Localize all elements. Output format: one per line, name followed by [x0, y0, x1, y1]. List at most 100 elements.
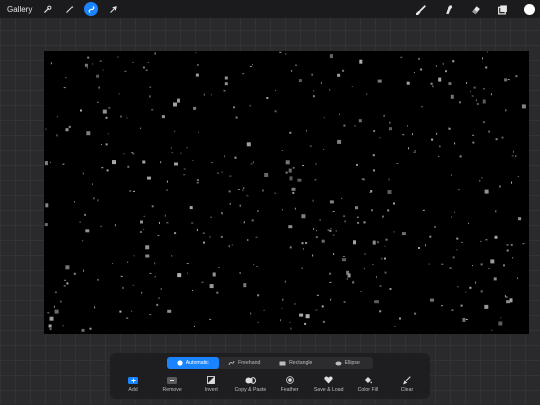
canvas-speck [420, 68, 423, 71]
canvas-speck [274, 110, 277, 113]
canvas-speck [285, 53, 287, 55]
canvas-speck [62, 163, 65, 165]
canvas-speck [281, 150, 283, 151]
color-fill-button[interactable]: Color Fill [349, 375, 387, 395]
canvas-speck [243, 187, 245, 189]
canvas-speck [253, 264, 255, 266]
canvas-speck [105, 116, 108, 119]
remove-button[interactable]: Remove [153, 375, 191, 395]
canvas-speck [164, 214, 166, 217]
canvas-speck [389, 121, 391, 124]
canvas-speck [418, 57, 420, 60]
canvas-speck [126, 317, 129, 319]
canvas-speck [484, 189, 489, 194]
ellipse-icon [335, 361, 342, 366]
canvas-speck [112, 160, 116, 165]
mode-ellipse[interactable]: Ellipse [322, 357, 374, 369]
canvas-speck [79, 221, 81, 223]
add-button[interactable]: Add [114, 375, 152, 395]
canvas-speck [66, 282, 69, 285]
canvas-speck [262, 189, 264, 192]
arrow-cursor-icon[interactable] [106, 2, 120, 16]
canvas-speck [329, 281, 332, 283]
canvas-speck [44, 161, 48, 166]
canvas-speck [479, 179, 481, 182]
invert-button[interactable]: Invert [192, 375, 230, 395]
selection-icon[interactable] [84, 2, 99, 16]
canvas-speck [495, 210, 497, 213]
canvas-speck [122, 286, 124, 289]
canvas-speck [388, 178, 390, 181]
canvas-speck [481, 177, 483, 179]
canvas-speck [279, 51, 282, 53]
canvas-speck [171, 152, 173, 154]
canvas-speck [154, 52, 156, 55]
mode-automatic[interactable]: Automatic [167, 357, 219, 369]
current-color-swatch[interactable] [523, 3, 535, 15]
clear-button[interactable]: Clear [388, 375, 426, 395]
canvas-speck [54, 309, 59, 314]
canvas-speck [436, 132, 438, 135]
canvas-speck [315, 236, 318, 239]
canvas-speck [250, 163, 253, 165]
canvas-speck [385, 238, 388, 241]
canvas-speck [342, 258, 346, 262]
drawing-canvas[interactable] [44, 51, 529, 334]
canvas-speck [311, 73, 313, 76]
canvas-speck [170, 147, 172, 149]
brush-icon[interactable] [414, 2, 428, 16]
canvas-speck [233, 106, 235, 109]
canvas-speck [280, 319, 281, 322]
canvas-speck [301, 242, 304, 245]
wrench-icon[interactable] [40, 2, 54, 16]
canvas-speck [513, 150, 514, 153]
canvas-speck [315, 309, 318, 311]
canvas-speck [147, 176, 151, 180]
canvas-speck [251, 219, 254, 222]
canvas-speck [195, 52, 197, 54]
canvas-speck [65, 265, 70, 270]
canvas-speck [454, 211, 456, 213]
mode-freehand[interactable]: Freehand [219, 357, 271, 369]
canvas-speck [400, 56, 403, 58]
smudge-icon[interactable] [441, 2, 455, 16]
canvas-speck [449, 267, 452, 269]
canvas-speck [291, 70, 293, 72]
canvas-speck [108, 107, 111, 109]
canvas-speck [87, 56, 90, 59]
copy-paste-button[interactable]: Copy & Paste [231, 375, 269, 395]
gallery-button[interactable]: Gallery [7, 5, 32, 14]
eraser-icon[interactable] [468, 2, 482, 16]
canvas-speck [143, 228, 145, 230]
canvas-speck [371, 209, 373, 212]
canvas-speck [374, 300, 375, 303]
canvas-speck [356, 163, 358, 166]
canvas-speck [488, 130, 491, 133]
canvas-speck [166, 189, 168, 191]
canvas-speck [50, 62, 52, 65]
canvas-speck [316, 294, 319, 296]
canvas-speck [224, 82, 228, 86]
canvas-speck [485, 66, 488, 69]
canvas-speck [86, 131, 91, 136]
save-load-button[interactable]: Save & Load [310, 375, 348, 395]
canvas-speck [145, 254, 150, 258]
feather-button[interactable]: Feather [271, 375, 309, 395]
canvas-speck [151, 205, 154, 208]
canvas-speck [451, 309, 454, 311]
canvas-speck [359, 59, 363, 64]
action-label: Color Fill [357, 387, 379, 393]
canvas-speck [84, 213, 86, 216]
automatic-icon [177, 360, 183, 366]
canvas-speck [256, 266, 258, 267]
canvas-speck [142, 160, 146, 164]
magic-wand-icon[interactable] [62, 2, 76, 16]
canvas-speck [224, 155, 225, 158]
layers-icon[interactable] [495, 2, 509, 16]
color-picker-button[interactable] [522, 2, 536, 16]
mode-rectangle[interactable]: Rectangle [270, 357, 322, 369]
canvas-speck [255, 236, 258, 238]
canvas-speck [360, 291, 362, 292]
canvas-speck [44, 223, 48, 227]
canvas-speck [285, 171, 288, 174]
